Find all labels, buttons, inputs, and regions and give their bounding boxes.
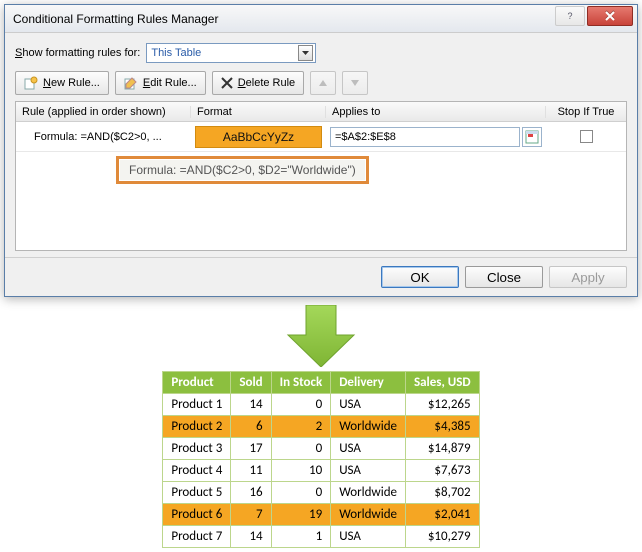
formula-tooltip: Formula: =AND($C2>0, $D2="Worldwide") (116, 156, 369, 184)
table-header: Delivery (331, 372, 406, 394)
apply-button[interactable]: Apply (549, 266, 627, 288)
scope-combobox[interactable]: This Table (146, 43, 316, 63)
scope-label: Show formatting rules for: (15, 47, 140, 59)
table-cell: 6 (231, 416, 271, 438)
table-cell: Product 4 (163, 460, 231, 482)
table-row: Product 41110USA$7,673 (163, 460, 479, 482)
close-window-button[interactable] (587, 6, 633, 26)
table-cell: $8,702 (406, 482, 480, 504)
arrow-down-icon (286, 305, 356, 367)
delete-rule-icon (221, 77, 233, 89)
chevron-down-icon (351, 80, 359, 86)
new-rule-button[interactable]: New Rule... (15, 71, 109, 95)
table-cell: 0 (271, 438, 331, 460)
table-cell: USA (331, 460, 406, 482)
table-cell: 10 (271, 460, 331, 482)
table-cell: Product 6 (163, 504, 231, 526)
range-picker-button[interactable] (522, 127, 542, 147)
table-cell: Worldwide (331, 504, 406, 526)
result-arrow (4, 305, 638, 367)
result-table: ProductSoldIn StockDeliverySales, USD Pr… (162, 371, 479, 548)
table-cell: $2,041 (406, 504, 480, 526)
table-row: Product 5160Worldwide$8,702 (163, 482, 479, 504)
table-cell: $10,279 (406, 526, 480, 548)
table-header: Product (163, 372, 231, 394)
table-cell: 0 (271, 482, 331, 504)
col-rule-header: Rule (applied in order shown) (16, 106, 191, 118)
titlebar: Conditional Formatting Rules Manager ? (5, 5, 637, 33)
table-row: Product 7141USA$10,279 (163, 526, 479, 548)
table-row: Product 1140USA$12,265 (163, 394, 479, 416)
table-row: Product 6719Worldwide$2,041 (163, 504, 479, 526)
table-cell: USA (331, 438, 406, 460)
chevron-down-icon (298, 45, 313, 61)
table-cell: Product 3 (163, 438, 231, 460)
rule-description: Formula: =AND($C2>0, ... (16, 131, 191, 143)
table-row: Product 3170USA$14,879 (163, 438, 479, 460)
dialog-title: Conditional Formatting Rules Manager (13, 12, 555, 26)
table-cell: Product 7 (163, 526, 231, 548)
table-cell: 11 (231, 460, 271, 482)
move-down-button[interactable] (342, 71, 368, 95)
table-header: In Stock (271, 372, 331, 394)
table-cell: Product 5 (163, 482, 231, 504)
table-header: Sold (231, 372, 271, 394)
range-select-icon (525, 130, 539, 144)
table-cell: $4,385 (406, 416, 480, 438)
rule-row[interactable]: Formula: =AND($C2>0, ... AaBbCcYyZz (16, 122, 626, 152)
col-format-header: Format (191, 106, 326, 118)
table-cell: Product 1 (163, 394, 231, 416)
table-cell: 14 (231, 394, 271, 416)
table-cell: 16 (231, 482, 271, 504)
edit-rule-button[interactable]: Edit Rule... (115, 71, 206, 95)
help-button[interactable]: ? (555, 6, 585, 26)
table-cell: $14,879 (406, 438, 480, 460)
table-cell: USA (331, 526, 406, 548)
svg-text:?: ? (567, 11, 572, 21)
table-header: Sales, USD (406, 372, 480, 394)
edit-rule-icon (124, 76, 138, 90)
table-cell: 1 (271, 526, 331, 548)
scope-value: This Table (151, 47, 201, 59)
chevron-up-icon (319, 80, 327, 86)
format-preview: AaBbCcYyZz (195, 126, 322, 148)
table-cell: 2 (271, 416, 331, 438)
col-applies-header: Applies to (326, 106, 546, 118)
stop-if-true-checkbox[interactable] (580, 130, 593, 143)
cf-rules-manager-dialog: Conditional Formatting Rules Manager ? S… (4, 4, 638, 297)
table-cell: 17 (231, 438, 271, 460)
table-cell: Worldwide (331, 416, 406, 438)
table-cell: Product 2 (163, 416, 231, 438)
table-cell: 19 (271, 504, 331, 526)
table-cell: $12,265 (406, 394, 480, 416)
close-button[interactable]: Close (465, 266, 543, 288)
table-cell: USA (331, 394, 406, 416)
move-up-button[interactable] (310, 71, 336, 95)
table-cell: 14 (231, 526, 271, 548)
new-rule-icon (24, 76, 38, 90)
table-cell: Worldwide (331, 482, 406, 504)
table-cell: 0 (271, 394, 331, 416)
ok-button[interactable]: OK (381, 266, 459, 288)
applies-to-input[interactable] (330, 127, 520, 147)
table-row: Product 262Worldwide$4,385 (163, 416, 479, 438)
rules-list: Rule (applied in order shown) Format App… (15, 101, 627, 251)
col-stop-header: Stop If True (546, 106, 626, 118)
table-cell: $7,673 (406, 460, 480, 482)
delete-rule-button[interactable]: Delete Rule (212, 71, 305, 95)
table-cell: 7 (231, 504, 271, 526)
